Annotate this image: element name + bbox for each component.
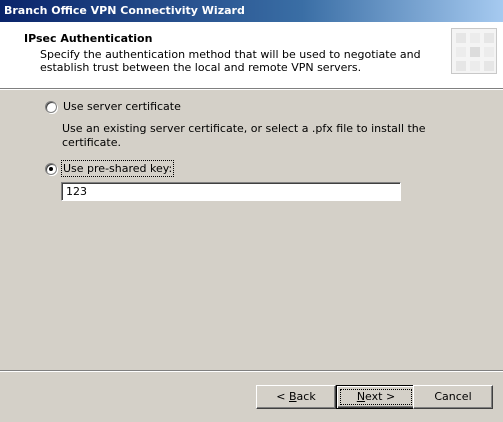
pre-shared-key-input[interactable]: 123 — [61, 182, 401, 201]
title-bar[interactable]: Branch Office VPN Connectivity Wizard — [0, 0, 503, 22]
back-button[interactable]: < Back — [256, 385, 336, 409]
pre-shared-key-option[interactable]: Use pre-shared key: — [45, 160, 175, 177]
footer-divider — [0, 370, 503, 372]
page-title: IPsec Authentication — [24, 32, 153, 45]
server-certificate-option[interactable]: Use server certificate — [45, 100, 181, 113]
next-button[interactable]: Next > — [336, 385, 416, 409]
next-focus-ring — [340, 389, 412, 405]
pre-shared-key-label[interactable]: Use pre-shared key: — [60, 160, 175, 177]
server-certificate-radio[interactable] — [45, 100, 57, 113]
wizard-window: Branch Office VPN Connectivity Wizard IP… — [0, 0, 503, 422]
wizard-banner-icon — [451, 28, 497, 74]
wizard-header: IPsec Authentication Specify the authent… — [0, 22, 503, 88]
pre-shared-key-radio[interactable] — [45, 162, 57, 175]
window-title: Branch Office VPN Connectivity Wizard — [4, 4, 245, 17]
cancel-button[interactable]: Cancel — [413, 385, 493, 409]
header-divider — [0, 88, 503, 90]
server-certificate-description: Use an existing server certificate, or s… — [62, 122, 426, 149]
page-description: Specify the authentication method that w… — [40, 48, 421, 74]
server-certificate-label[interactable]: Use server certificate — [63, 100, 181, 113]
